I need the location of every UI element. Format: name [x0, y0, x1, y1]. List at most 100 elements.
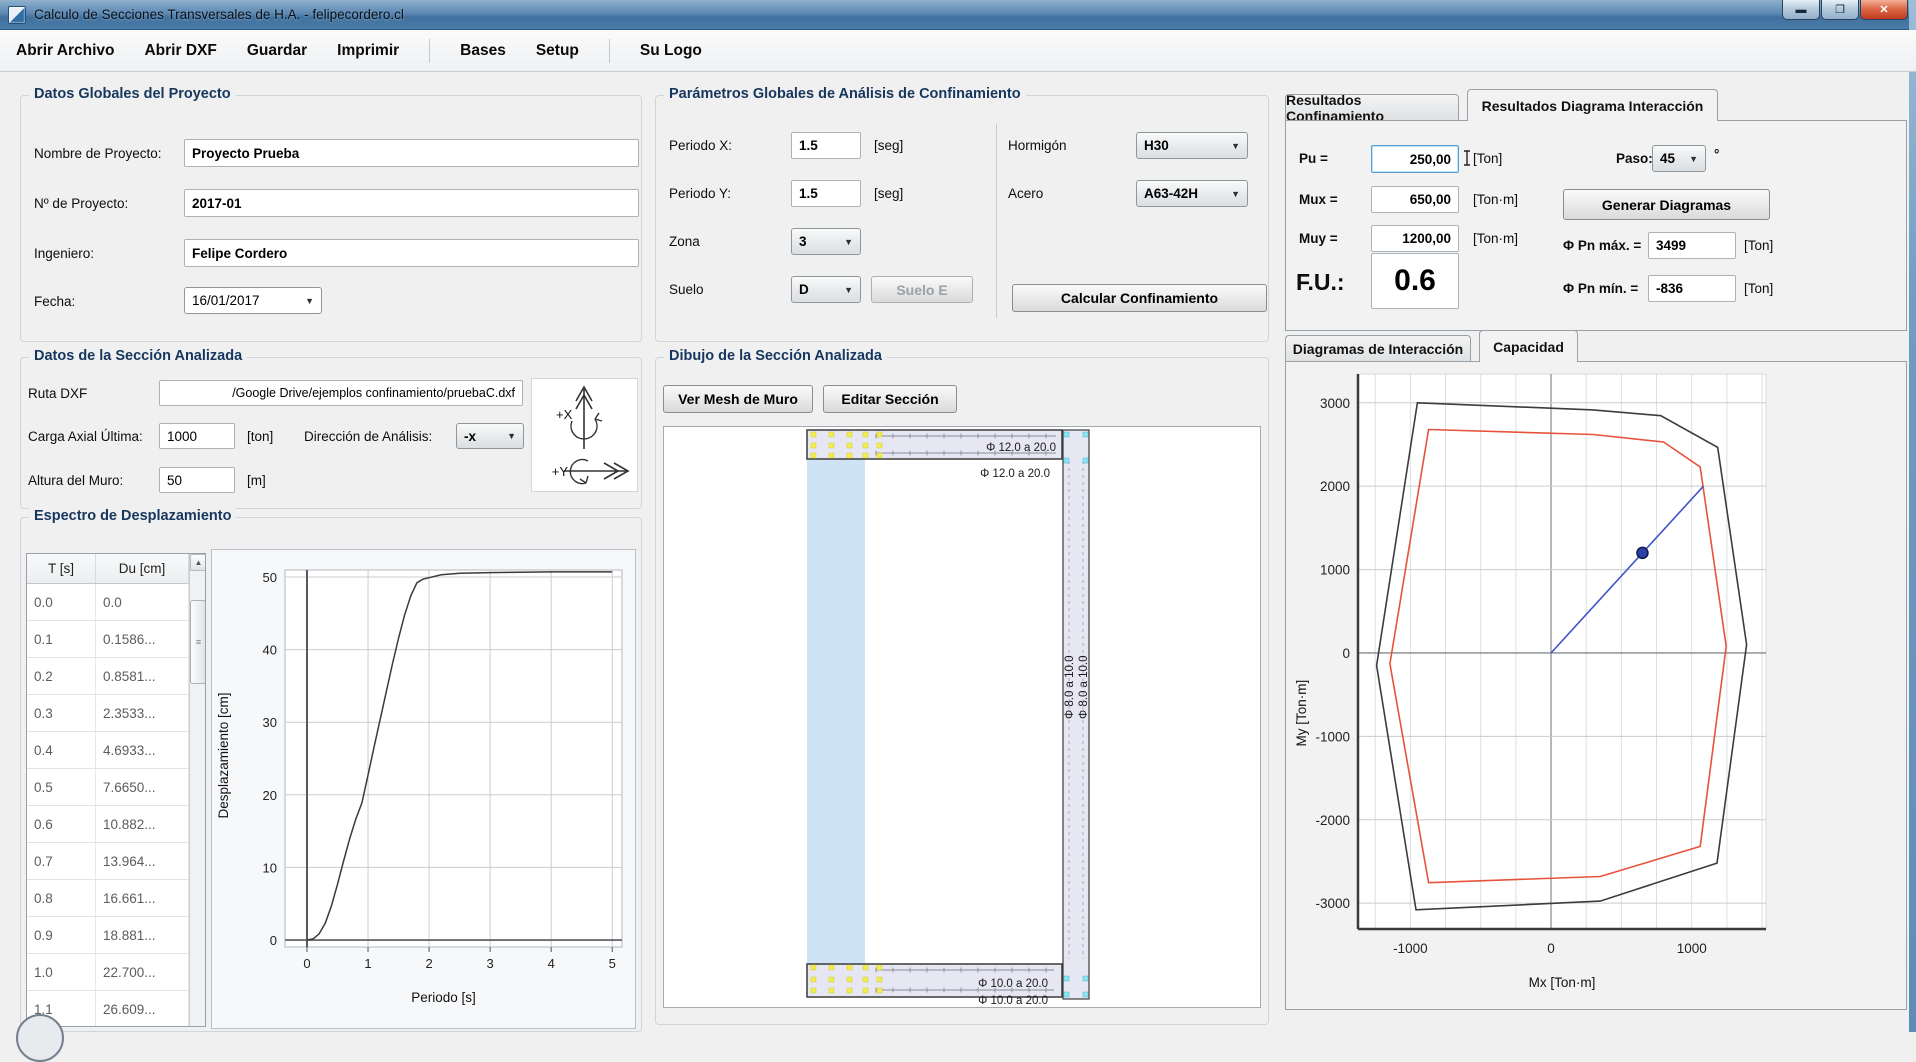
- mux-label: Mux =: [1299, 192, 1338, 207]
- pu-label: Pu =: [1299, 151, 1328, 166]
- chevron-down-icon: ▼: [1231, 189, 1240, 199]
- tab-resultados-confinamiento[interactable]: Resultados Confinamiento: [1285, 94, 1459, 120]
- tab-capacidad[interactable]: Capacidad: [1479, 330, 1578, 362]
- wall-height-input[interactable]: [159, 467, 235, 493]
- hormigon-dropdown[interactable]: H30 ▼: [1136, 132, 1248, 159]
- table-cell: 0.2: [27, 658, 96, 694]
- table-cell: 16.661...: [96, 880, 189, 916]
- svg-text:-2000: -2000: [1315, 813, 1350, 828]
- table-row[interactable]: 0.10.1586...: [27, 621, 205, 658]
- svg-text:-1000: -1000: [1393, 941, 1428, 956]
- pn-max-input[interactable]: [1648, 232, 1736, 259]
- rebar-label: Φ 8.0 a 10.0: [1064, 655, 1076, 719]
- pu-input[interactable]: [1371, 145, 1459, 173]
- suelo-e-button[interactable]: Suelo E: [871, 276, 973, 303]
- minimize-button[interactable]: ▬: [1782, 0, 1820, 20]
- direction-dropdown[interactable]: -x ▼: [456, 423, 524, 449]
- calcular-confinamiento-button[interactable]: Calcular Confinamiento: [1012, 284, 1267, 312]
- close-button[interactable]: ✕: [1860, 0, 1908, 20]
- mux-input[interactable]: [1371, 186, 1459, 213]
- table-row[interactable]: 0.816.661...: [27, 880, 205, 917]
- chevron-down-icon: ▼: [507, 431, 516, 441]
- paso-value: 45: [1660, 151, 1675, 166]
- project-name-input[interactable]: [184, 139, 639, 167]
- menu-guardar[interactable]: Guardar: [247, 42, 307, 60]
- project-name-label: Nombre de Proyecto:: [34, 146, 162, 161]
- table-row[interactable]: 0.918.881...: [27, 917, 205, 954]
- tab-diagramas-interaccion[interactable]: Diagramas de Interacción: [1285, 335, 1471, 361]
- generar-diagramas-button[interactable]: Generar Diagramas: [1563, 189, 1770, 220]
- table-row[interactable]: 0.20.8581...: [27, 658, 205, 695]
- periodo-y-input[interactable]: [791, 180, 861, 207]
- menu-separator: [429, 39, 430, 63]
- title-bar: Calculo de Secciones Transversales de H.…: [0, 0, 1916, 30]
- svg-text:Desplazamiento [cm]: Desplazamiento [cm]: [216, 692, 231, 818]
- paso-dropdown[interactable]: 45 ▼: [1652, 145, 1706, 172]
- ruta-dxf-label: Ruta DXF: [28, 386, 87, 401]
- table-row[interactable]: 0.32.3533...: [27, 695, 205, 732]
- svg-text:Periodo [s]: Periodo [s]: [411, 990, 476, 1005]
- group-title: Parámetros Globales de Análisis de Confi…: [664, 86, 1026, 102]
- date-dropdown[interactable]: 16/01/2017 ▼: [184, 287, 322, 314]
- maximize-button[interactable]: ❐: [1821, 0, 1859, 20]
- table-row[interactable]: 0.57.6650...: [27, 769, 205, 806]
- menu-abrir-archivo[interactable]: Abrir Archivo: [16, 42, 114, 60]
- chevron-down-icon: ▼: [1231, 141, 1240, 151]
- capacity-chart-svg: -100001000-3000-2000-10000100020003000Mx…: [1286, 362, 1906, 1009]
- table-row[interactable]: 0.44.6933...: [27, 732, 205, 769]
- divider: [996, 124, 997, 318]
- spectrum-table: T [s] Du [cm] 0.00.00.10.1586...0.20.858…: [26, 553, 206, 1027]
- ruta-dxf-input[interactable]: /Google Drive/ejemplos confinamiento/pru…: [159, 380, 523, 406]
- table-cell: 18.881...: [96, 917, 189, 953]
- pn-min-input[interactable]: [1648, 275, 1736, 302]
- spectrum-table-body: 0.00.00.10.1586...0.20.8581...0.32.3533.…: [27, 584, 205, 1027]
- svg-text:1: 1: [364, 956, 371, 971]
- zona-dropdown[interactable]: 3 ▼: [791, 228, 861, 255]
- table-row[interactable]: 0.00.0: [27, 584, 205, 621]
- periodo-y-unit: [seg]: [874, 186, 903, 201]
- spectrum-chart: 01234501020304050Periodo [s]Desplazamien…: [211, 549, 636, 1029]
- svg-text:0: 0: [270, 933, 277, 948]
- column-header-du[interactable]: Du [cm]: [96, 554, 189, 583]
- table-cell: 0.7: [27, 843, 96, 879]
- table-scrollbar[interactable]: ▲ ≡: [189, 554, 206, 1027]
- menu-setup[interactable]: Setup: [536, 42, 579, 60]
- suelo-dropdown[interactable]: D ▼: [791, 276, 861, 303]
- table-cell: 0.1: [27, 621, 96, 657]
- svg-text:2000: 2000: [1320, 479, 1350, 494]
- project-number-input[interactable]: [184, 189, 639, 217]
- table-row[interactable]: 1.022.700...: [27, 954, 205, 991]
- editar-seccion-button[interactable]: Editar Sección: [823, 385, 957, 413]
- column-header-t[interactable]: T [s]: [27, 554, 96, 583]
- periodo-x-input[interactable]: [791, 132, 861, 159]
- engineer-input[interactable]: [184, 239, 639, 267]
- periodo-x-unit: [seg]: [874, 138, 903, 153]
- group-dibujo: Dibujo de la Sección Analizada Ver Mesh …: [655, 357, 1269, 1025]
- logo-circle: [16, 1014, 64, 1062]
- project-number-label: Nº de Proyecto:: [34, 196, 128, 211]
- text-cursor-icon: [1462, 149, 1472, 167]
- svg-text:0: 0: [303, 956, 310, 971]
- menu-bases[interactable]: Bases: [460, 42, 506, 60]
- muy-input[interactable]: [1371, 225, 1459, 252]
- paso-label: Paso:: [1616, 151, 1653, 166]
- table-cell: 0.0: [96, 584, 189, 620]
- table-row[interactable]: 0.610.882...: [27, 806, 205, 843]
- scroll-up-icon[interactable]: ▲: [190, 554, 206, 571]
- ver-mesh-button[interactable]: Ver Mesh de Muro: [663, 385, 813, 413]
- menu-su-logo[interactable]: Su Logo: [640, 42, 702, 60]
- tab-resultados-diagrama[interactable]: Resultados Diagrama Interacción: [1467, 89, 1718, 121]
- menu-imprimir[interactable]: Imprimir: [337, 42, 399, 60]
- menu-abrir-dxf[interactable]: Abrir DXF: [144, 42, 216, 60]
- svg-text:20: 20: [263, 788, 277, 803]
- date-value: 16/01/2017: [192, 293, 260, 308]
- table-cell: 0.8: [27, 880, 96, 916]
- axial-load-input[interactable]: [159, 423, 235, 449]
- table-cell: 2.3533...: [96, 695, 189, 731]
- pn-max-label: Φ Pn máx. =: [1563, 238, 1641, 253]
- spectrum-chart-svg: 01234501020304050Periodo [s]Desplazamien…: [212, 550, 633, 1026]
- scrollbar-thumb[interactable]: ≡: [190, 600, 206, 684]
- table-row[interactable]: 0.713.964...: [27, 843, 205, 880]
- pn-max-unit: [Ton]: [1744, 238, 1773, 253]
- acero-dropdown[interactable]: A63-42H ▼: [1136, 180, 1248, 207]
